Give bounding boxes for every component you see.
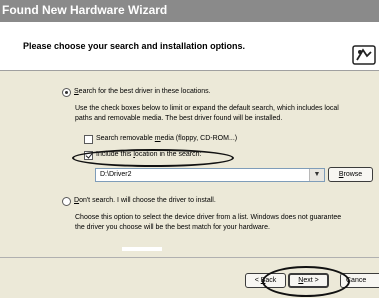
dont-search-radio-label[interactable]: Don't search. I will choose the driver t…: [74, 197, 216, 204]
removable-media-label[interactable]: Search removable media (floppy, CD-ROM..…: [96, 135, 237, 142]
hardware-wizard-icon: [349, 40, 379, 70]
title-bar[interactable]: Found New Hardware Wizard: [0, 0, 379, 22]
header-heading: Please choose your search and installati…: [23, 41, 246, 51]
wizard-header: Please choose your search and installati…: [0, 22, 379, 71]
path-value: D:\Driver2: [100, 171, 132, 178]
wizard-content: Search for the best driver in these loca…: [0, 71, 379, 257]
wizard-window: Found New Hardware Wizard Please choose …: [0, 0, 379, 298]
back-button[interactable]: < Back: [245, 273, 286, 288]
redacted-patch: [122, 247, 162, 251]
include-location-checkbox[interactable]: [84, 151, 93, 160]
button-bar: < Back Next > Cance: [0, 258, 379, 298]
dont-search-description-line1: Choose this option to select the device …: [75, 214, 342, 221]
search-description-line1: Use the check boxes below to limit or ex…: [75, 105, 339, 112]
window-title: Found New Hardware Wizard: [2, 3, 168, 17]
dont-search-radio[interactable]: [62, 197, 71, 206]
browse-button[interactable]: Browse: [328, 167, 373, 182]
search-radio-label[interactable]: Search for the best driver in these loca…: [74, 88, 211, 95]
search-radio[interactable]: [62, 88, 71, 97]
path-combobox[interactable]: D:\Driver2 ▼: [95, 168, 325, 182]
dont-search-description-line2: the driver you choose will be the best m…: [75, 224, 270, 231]
include-location-label[interactable]: Include this location in the search:: [96, 151, 201, 158]
cancel-button[interactable]: Cance: [340, 273, 379, 288]
removable-media-checkbox[interactable]: [84, 135, 93, 144]
chevron-down-icon[interactable]: ▼: [309, 169, 324, 181]
next-button[interactable]: Next >: [288, 273, 329, 288]
search-description-line2: paths and removable media. The best driv…: [75, 115, 283, 122]
